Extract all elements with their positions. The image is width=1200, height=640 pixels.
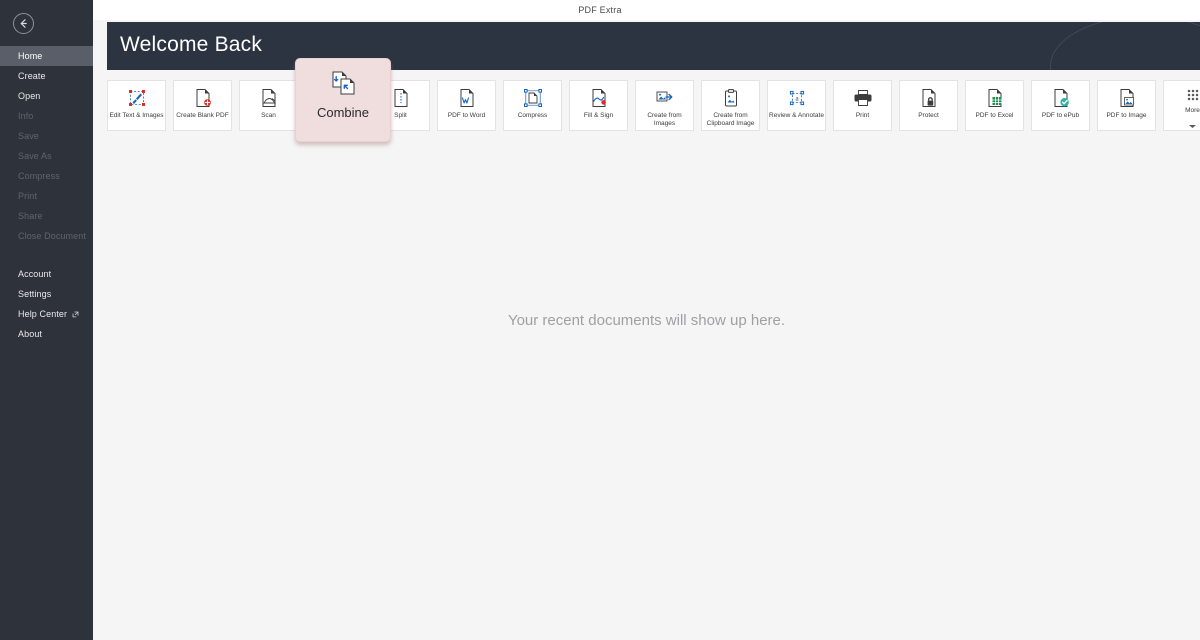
sidebar: Home Create Open Info Save Save As Compress Pri…: [0, 0, 93, 640]
chevron-down-icon: [1188, 116, 1197, 134]
sidebar-item-label: Close Document: [18, 231, 86, 241]
review-annotate-icon: a: [787, 87, 807, 109]
sidebar-item-label: Save: [18, 131, 39, 141]
sidebar-nav: Home Create Open Info Save Save As Compress Pri…: [0, 46, 93, 344]
sidebar-item-label: Help Center: [18, 309, 68, 319]
empty-state-text: Your recent documents will show up here.: [507, 311, 786, 329]
tool-tile-label: Scan: [261, 112, 276, 119]
compress-icon: [523, 87, 543, 109]
tool-tile-label: Protect: [918, 112, 939, 119]
tool-tile-label: PDF to Word: [447, 112, 486, 119]
sidebar-item-info: Info: [0, 106, 93, 126]
tool-tile-label: PDF to Excel: [975, 112, 1014, 119]
create-from-images-icon: [655, 87, 675, 109]
title-bar: PDF Extra: [0, 0, 1200, 20]
sidebar-item-account[interactable]: Account: [0, 264, 93, 284]
back-arrow-icon: [18, 18, 29, 29]
tool-tile-review-annotate[interactable]: a Review & Annotate: [767, 80, 826, 131]
external-link-icon: [72, 311, 79, 318]
tool-tile-label: Compress: [517, 112, 548, 119]
tool-tile-print[interactable]: Print: [833, 80, 892, 131]
sidebar-item-label: Open: [18, 91, 41, 101]
back-button[interactable]: [13, 13, 34, 34]
tool-tile-label: PDF to ePub: [1041, 112, 1080, 119]
grid-dots-icon: [1183, 87, 1200, 103]
split-icon: [391, 87, 411, 109]
sidebar-item-create[interactable]: Create: [0, 66, 93, 86]
tool-tile-label: Review & Annotate: [769, 112, 824, 119]
sidebar-item-label: Create: [18, 71, 46, 81]
create-from-clipboard-icon: [721, 87, 741, 109]
tool-tile-label: Edit Text & Images: [109, 112, 164, 119]
sidebar-item-label: Share: [18, 211, 43, 221]
tool-tile-pdf-to-image[interactable]: PDF to Image: [1097, 80, 1156, 131]
tool-tile-create-from-clipboard-image[interactable]: Create from Clipboard Image: [701, 80, 760, 131]
fill-sign-icon: [589, 87, 609, 109]
sidebar-item-share: Share: [0, 206, 93, 226]
combine-hover-card[interactable]: Combine: [295, 58, 391, 142]
sidebar-item-about[interactable]: About: [0, 324, 93, 344]
sidebar-item-settings[interactable]: Settings: [0, 284, 93, 304]
tool-tiles-row: Edit Text & Images Create Blank PDF Scan Co…: [107, 80, 1200, 131]
sidebar-item-save-as: Save As: [0, 146, 93, 166]
combine-hover-label: Combine: [316, 105, 370, 120]
tool-tile-pdf-to-word[interactable]: PDF to Word: [437, 80, 496, 131]
tool-tile-label: Create from Clipboard Image: [706, 112, 755, 127]
protect-icon: [919, 87, 939, 109]
welcome-header: Welcome Back: [107, 22, 1200, 70]
sidebar-item-label: Home: [18, 51, 43, 61]
sidebar-item-print: Print: [0, 186, 93, 206]
sidebar-item-home[interactable]: Home: [0, 46, 93, 66]
sidebar-item-label: Info: [18, 111, 34, 121]
create-blank-pdf-icon: [193, 87, 213, 109]
sidebar-item-compress: Compress: [0, 166, 93, 186]
tool-tile-protect[interactable]: Protect: [899, 80, 958, 131]
app-window: PDF Extra Home Create Open Info Save Save As C…: [0, 0, 1200, 640]
tool-tile-pdf-to-epub[interactable]: PDF to ePub: [1031, 80, 1090, 131]
decorative-arc: [1050, 22, 1200, 70]
tool-tile-label: Fill & Sign: [583, 112, 614, 119]
window-title: PDF Extra: [578, 5, 622, 15]
tool-tile-fill-sign[interactable]: Fill & Sign: [569, 80, 628, 131]
tool-tile-label: Create from Images: [647, 112, 682, 127]
scan-icon: [259, 87, 279, 109]
tool-tile-edit-text-images[interactable]: Edit Text & Images: [107, 80, 166, 131]
tool-tile-create-from-images[interactable]: Create from Images: [635, 80, 694, 131]
sidebar-item-help-center[interactable]: Help Center: [0, 304, 93, 324]
pdf-to-epub-icon: [1051, 87, 1071, 109]
tool-tile-label: Create Blank PDF: [176, 112, 229, 119]
sidebar-item-label: Settings: [18, 289, 52, 299]
tool-tile-label: Print: [855, 112, 870, 119]
tool-tile-create-blank-pdf[interactable]: Create Blank PDF: [173, 80, 232, 131]
tool-tile-compress[interactable]: Compress: [503, 80, 562, 131]
combine-icon: [328, 69, 358, 99]
sidebar-item-label: Save As: [18, 151, 52, 161]
sidebar-item-label: Compress: [18, 171, 60, 181]
sidebar-divider: [0, 246, 93, 264]
tool-tile-pdf-to-excel[interactable]: PDF to Excel: [965, 80, 1024, 131]
svg-text:a: a: [795, 95, 799, 103]
sidebar-item-label: Account: [18, 269, 52, 279]
page-title: Welcome Back: [120, 33, 263, 56]
sidebar-item-close-document: Close Document: [0, 226, 93, 246]
tool-tile-label: PDF to Image: [1106, 112, 1147, 119]
pdf-to-excel-icon: [985, 87, 1005, 109]
tool-tile-scan[interactable]: Scan: [239, 80, 298, 131]
pdf-to-word-icon: [457, 87, 477, 109]
tool-tile-label: More: [1185, 107, 1200, 114]
sidebar-item-open[interactable]: Open: [0, 86, 93, 106]
sidebar-item-label: About: [18, 329, 43, 339]
tool-tile-more[interactable]: More: [1163, 80, 1200, 131]
pdf-to-image-icon: [1117, 87, 1137, 109]
print-icon: [853, 87, 873, 109]
edit-text-images-icon: [127, 87, 147, 109]
sidebar-item-save: Save: [0, 126, 93, 146]
sidebar-item-label: Print: [18, 191, 38, 201]
